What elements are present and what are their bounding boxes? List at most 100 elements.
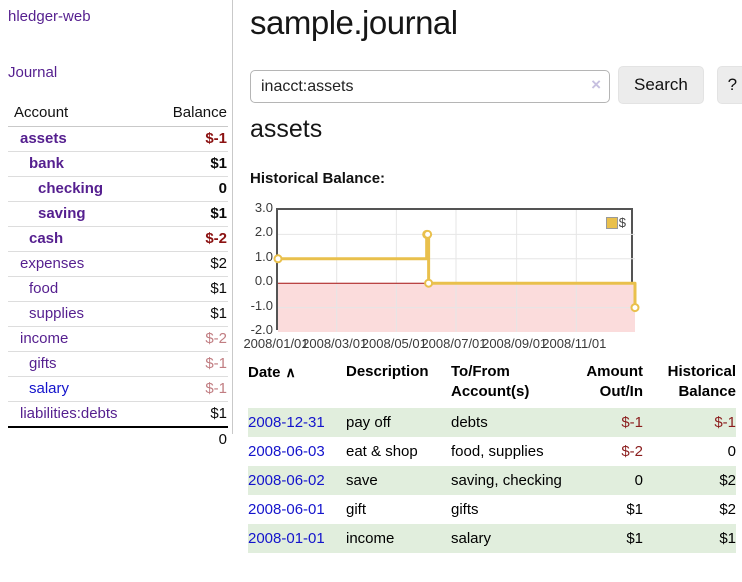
account-link[interactable]: bank	[29, 155, 64, 172]
register-header-amount: Amount Out/In	[579, 360, 643, 408]
brand-link[interactable]: hledger-web	[8, 8, 91, 25]
accounts-header-account: Account	[8, 100, 149, 127]
transaction-accounts: food, supplies	[451, 437, 579, 466]
x-axis-tick-label: 2008/03/01	[302, 336, 368, 351]
account-title: assets	[250, 112, 322, 146]
transaction-row[interactable]: 2008-06-02savesaving, checking0$2	[248, 466, 736, 495]
account-balance: $-2	[149, 327, 228, 352]
account-row: supplies $1	[8, 302, 228, 327]
account-name-cell: supplies	[8, 302, 149, 327]
transaction-description: eat & shop	[346, 437, 451, 466]
account-name-cell: liabilities:debts	[8, 402, 149, 428]
transaction-row[interactable]: 2008-06-01 giftgifts$1$2	[248, 495, 736, 524]
account-link[interactable]: liabilities:debts	[20, 405, 118, 422]
register-header-balance: Historical Balance	[643, 360, 736, 408]
chart-svg	[278, 210, 635, 332]
transaction-accounts: salary	[451, 524, 579, 553]
account-name-cell: assets	[8, 127, 149, 152]
transaction-description: gift	[346, 495, 451, 524]
chart-plot-area: $	[276, 208, 633, 330]
x-axis-tick-label: 2008/09/01	[482, 336, 548, 351]
balance-chart: 3.02.01.00.0-1.0-2.0 $ 2008/01/012008/03…	[248, 200, 668, 352]
search-input[interactable]	[250, 70, 610, 103]
y-axis-tick-label: -1.0	[248, 298, 273, 314]
register-header-row: Date∧ Description To/From Account(s) Amo…	[248, 360, 736, 408]
account-balance: $1	[149, 402, 228, 428]
transaction-row[interactable]: 2008-12-31pay offdebts$-1$-1	[248, 408, 736, 437]
transaction-description: save	[346, 466, 451, 495]
transaction-date-link[interactable]: 2008-12-31	[248, 414, 325, 431]
transaction-amount: $1	[579, 495, 643, 524]
help-button[interactable]: ?	[717, 66, 742, 104]
account-link[interactable]: assets	[20, 130, 67, 147]
accounts-total-spacer	[8, 427, 149, 451]
search-bar: × Search ?	[250, 66, 742, 104]
account-name-cell: food	[8, 277, 149, 302]
transaction-balance: $2	[643, 495, 736, 524]
register-section: Date∧ Description To/From Account(s) Amo…	[248, 360, 736, 553]
transaction-amount: $1	[579, 524, 643, 553]
account-row: expenses $2	[8, 252, 228, 277]
account-link[interactable]: food	[29, 280, 58, 297]
transaction-balance: $1	[643, 524, 736, 553]
account-name-cell: saving	[8, 202, 149, 227]
search-button[interactable]: Search	[618, 66, 704, 104]
transaction-date-link[interactable]: 2008-06-03	[248, 443, 325, 460]
transaction-date: 2008-06-02	[248, 466, 346, 495]
chart-legend: $	[606, 215, 626, 230]
page-title: sample.journal	[250, 2, 458, 44]
chart-heading: Historical Balance:	[250, 170, 385, 187]
account-link[interactable]: saving	[38, 205, 86, 222]
nav-journal-link[interactable]: Journal	[8, 64, 57, 81]
account-link[interactable]: supplies	[29, 305, 84, 322]
account-link[interactable]: expenses	[20, 255, 84, 272]
transaction-date-link[interactable]: 2008-06-02	[248, 472, 325, 489]
clear-search-icon[interactable]: ×	[591, 75, 601, 95]
x-axis-tick-label: 2008/07/01	[421, 336, 487, 351]
account-row: checking0	[8, 177, 228, 202]
account-link[interactable]: cash	[29, 230, 63, 247]
sidebar: hledger-web Journal Account Balance asse…	[0, 0, 233, 434]
account-balance: $-1	[149, 127, 228, 152]
account-row: income $-2	[8, 327, 228, 352]
date-header-label: Date	[248, 364, 281, 381]
accounts-header-balance: Balance	[149, 100, 228, 127]
register-header-description: Description	[346, 360, 451, 408]
account-balance: $-1	[149, 352, 228, 377]
y-axis-tick-label: 2.0	[248, 224, 273, 240]
account-link[interactable]: income	[20, 330, 68, 347]
transaction-accounts: gifts	[451, 495, 579, 524]
register-table: Date∧ Description To/From Account(s) Amo…	[248, 360, 736, 553]
account-balance: $2	[149, 252, 228, 277]
transaction-balance: 0	[643, 437, 736, 466]
account-balance: $1	[149, 202, 228, 227]
main-content: sample.journal × Search ? assets Histori…	[248, 0, 742, 582]
data-point-marker	[424, 231, 431, 238]
account-link[interactable]: checking	[38, 180, 103, 197]
transaction-date-link[interactable]: 2008-01-01	[248, 530, 325, 547]
transaction-date-link[interactable]: 2008-06-01	[248, 501, 325, 518]
x-axis-tick-label: 2008/11/01	[541, 336, 607, 351]
account-link[interactable]: salary	[29, 380, 69, 397]
account-link[interactable]: gifts	[29, 355, 57, 372]
transaction-accounts: saving, checking	[451, 466, 579, 495]
search-box: ×	[250, 70, 610, 103]
transaction-balance: $-1	[643, 408, 736, 437]
transaction-amount: $-1	[579, 408, 643, 437]
transaction-row[interactable]: 2008-01-01incomesalary$1$1	[248, 524, 736, 553]
legend-label: $	[619, 215, 626, 230]
account-balance: $1	[149, 302, 228, 327]
account-name-cell: checking	[8, 177, 149, 202]
account-row: bank $1	[8, 152, 228, 177]
register-header-date[interactable]: Date∧	[248, 360, 346, 408]
transaction-row[interactable]: 2008-06-03eat & shopfood, supplies$-20	[248, 437, 736, 466]
accounts-header-row: Account Balance	[8, 100, 228, 127]
account-row: food$1	[8, 277, 228, 302]
y-axis-tick-label: 3.0	[248, 200, 273, 216]
y-axis-tick-label: 0.0	[248, 273, 273, 289]
account-balance: $1	[149, 152, 228, 177]
transaction-date: 2008-12-31	[248, 408, 346, 437]
account-row: assets $-1	[8, 127, 228, 152]
data-point-marker	[425, 280, 432, 287]
account-name-cell: gifts	[8, 352, 149, 377]
